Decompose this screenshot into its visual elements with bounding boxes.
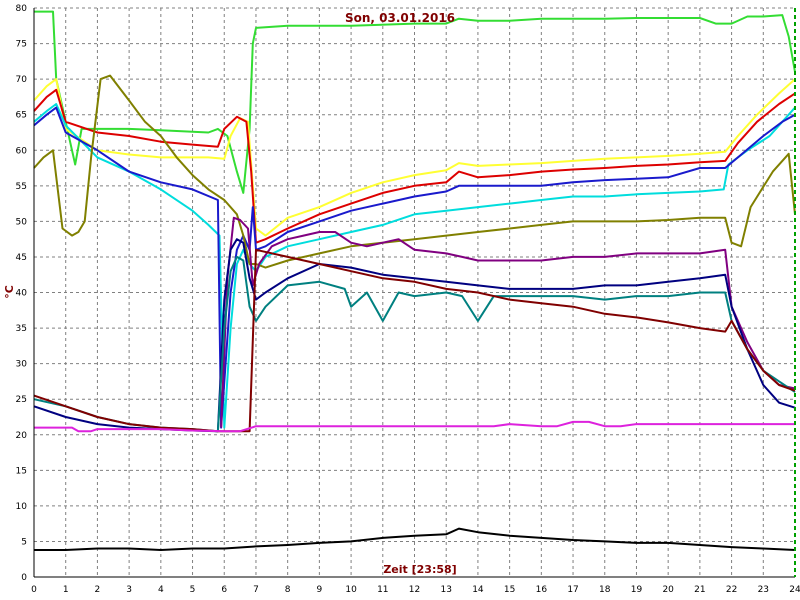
y-tick-label: 65 <box>16 111 27 121</box>
x-tick-label: 14 <box>472 585 484 595</box>
x-tick-label: 6 <box>221 585 227 595</box>
x-tick-label: 20 <box>662 585 674 595</box>
y-tick-label: 0 <box>21 573 27 583</box>
y-tick-label: 10 <box>16 502 28 512</box>
y-tick-label: 25 <box>16 395 27 405</box>
y-tick-label: 5 <box>21 537 27 547</box>
grid-lines <box>34 7 795 577</box>
y-tick-label: 55 <box>16 182 27 192</box>
x-tick-label: 22 <box>726 585 737 595</box>
x-tick-label: 3 <box>126 585 132 595</box>
x-tick-label: 12 <box>409 585 420 595</box>
y-tick-label: 50 <box>16 217 28 227</box>
chart-title: Son, 03.01.2016 <box>345 11 455 25</box>
temperature-chart: 051015202530354045505560657075800 1 2 3 4 5 6 7… <box>3 4 800 595</box>
y-tick-label: 70 <box>16 75 28 85</box>
x-tick-label: 8 <box>285 585 291 595</box>
y-tick-label: 80 <box>16 4 28 14</box>
x-tick-label: 4 <box>158 585 164 595</box>
series-line-7 <box>220 216 796 428</box>
x-tick-label: 9 <box>317 585 323 595</box>
x-tick-label: 0 <box>31 585 37 595</box>
x-tick-label: 7 <box>253 585 259 595</box>
x-tick-label: 24 <box>789 585 800 595</box>
y-tick-label: 20 <box>16 431 28 441</box>
x-tick-label: 21 <box>694 585 705 595</box>
x-axis-label: Zeit [23:58] <box>383 563 456 576</box>
y-tick-label: 40 <box>16 289 28 299</box>
y-tick-label: 35 <box>16 324 27 334</box>
x-tick-label: 10 <box>345 585 357 595</box>
y-tick-label: 15 <box>16 466 27 476</box>
x-tick-label: 23 <box>758 585 769 595</box>
x-tick-label: 18 <box>599 585 611 595</box>
x-tick-label: 11 <box>377 585 388 595</box>
x-tick-label: 16 <box>536 585 548 595</box>
x-tick-label: 1 <box>63 585 69 595</box>
y-tick-label: 75 <box>16 40 27 50</box>
y-tick-label: 45 <box>16 253 27 263</box>
x-tick-label: 13 <box>440 585 451 595</box>
y-axis-label: °C <box>3 285 16 299</box>
x-tick-label: 17 <box>567 585 578 595</box>
y-tick-label: 60 <box>16 146 28 156</box>
x-tick-label: 19 <box>631 585 643 595</box>
x-tick-label: 5 <box>190 585 196 595</box>
x-tick-label: 2 <box>95 585 101 595</box>
x-tick-label: 15 <box>504 585 515 595</box>
y-tick-label: 30 <box>16 360 28 370</box>
